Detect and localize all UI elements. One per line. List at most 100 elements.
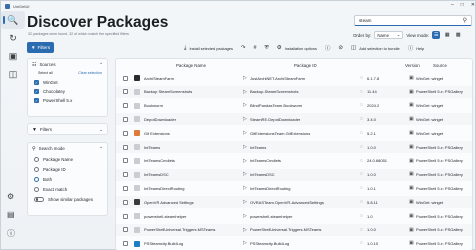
search-input[interactable]: steam ⚲ — [354, 15, 472, 26]
minimize-icon[interactable]: – — [451, 2, 454, 8]
table-row[interactable]: Backup SteamScreenshots ▷ Backup-SteamScre… — [116, 85, 472, 98]
grid-view-button[interactable]: ▦ — [443, 31, 451, 39]
add-to-bundle-button[interactable]: ◫ Add selection to bundle — [351, 45, 400, 51]
search-mode-both[interactable]: Both — [28, 174, 107, 184]
installation-options-button[interactable]: ⚙ Installation options — [277, 45, 317, 51]
logs-icon[interactable]: ▤ — [7, 210, 15, 219]
order-by-select[interactable]: Name ⌄ — [374, 31, 404, 39]
row-checkbox[interactable] — [123, 130, 128, 136]
filters-button-label: Filters — [37, 45, 51, 50]
table-row[interactable]: Git Extensions ▷ GitExtensionsTeam.GitExte… — [116, 127, 472, 139]
help-button[interactable]: ⓘ Help — [408, 44, 425, 53]
radio-icon — [34, 166, 39, 172]
radio-icon — [34, 156, 39, 162]
search-mode-id[interactable]: Package ID — [28, 164, 107, 174]
filters-button[interactable]: ▼ Filters — [27, 42, 54, 53]
shield-button[interactable]: ⛨ — [265, 45, 269, 52]
row-checkbox[interactable] — [123, 227, 128, 233]
nav-installed-icon[interactable]: ▣ — [1, 47, 25, 65]
sources-panel: ☷ Sources ⌃ Select all Clear selection ✓… — [27, 58, 108, 117]
settings-gear-icon[interactable]: ⚙ — [7, 192, 14, 201]
header-package-id[interactable]: Package ID — [294, 63, 317, 68]
share-button[interactable]: ↷ — [241, 45, 246, 51]
search-mode-name[interactable]: Package Name — [28, 154, 107, 164]
search-mode-header[interactable]: ⚲ Search mode ⌃ — [28, 143, 107, 154]
chevron-down-icon: ⌄ — [99, 126, 103, 132]
package-name: IntTeamsCmdlets — [144, 158, 175, 164]
options-icon: ⚙ — [276, 45, 282, 51]
table-row[interactable]: IntTeams ▷ IntTeams ◌ 1.0.0 ▣ PowerShell 5.x: … — [116, 141, 472, 153]
ignore-button[interactable]: ⊘ — [338, 45, 343, 51]
row-checkbox[interactable] — [123, 75, 128, 81]
add-to-bundle-label: Add selection to bundle — [359, 45, 400, 51]
close-icon[interactable]: ✕ — [471, 2, 475, 8]
hash-button[interactable]: # — [254, 45, 257, 51]
share-icon: ↷ — [240, 45, 246, 51]
details-button[interactable]: ⓘ — [325, 44, 331, 52]
version-icon: ◌ — [360, 157, 363, 164]
package-icon — [134, 116, 140, 123]
maximize-icon[interactable]: □ — [461, 2, 464, 8]
id-tag-icon: ▷ — [243, 143, 247, 150]
search-icon[interactable]: ⚲ — [463, 17, 467, 24]
table-row[interactable]: IntTeamsDirectRouting ▷ IntTeamsDirectRout… — [116, 182, 472, 194]
table-row[interactable]: PSSteamcity.BuildLog ▷ PSSteamcity.BuildLo… — [116, 238, 472, 250]
row-checkbox[interactable] — [123, 89, 128, 95]
list-view-button[interactable]: ☰ — [432, 31, 441, 39]
ignore-icon: ⊘ — [338, 45, 344, 51]
table-row[interactable]: IntTeamsDSC ▷ IntTeamsDSC ◌ 1.0.0 ▣ PowerShell… — [116, 168, 472, 181]
table-row[interactable]: PowerShellUniversal.Triggers.MSTeams ▷ Pow… — [116, 223, 472, 236]
package-source: PowerShell 5.x: PSGallery — [416, 241, 463, 247]
row-checkbox[interactable] — [123, 103, 128, 109]
package-name: DepotDownloader — [144, 116, 177, 122]
source-item-chocolatey[interactable]: ✓ Chocolatey — [28, 87, 107, 96]
package-source: PowerShell 5.x: PSGallery — [416, 172, 463, 178]
row-checkbox[interactable] — [123, 116, 128, 122]
row-checkbox[interactable] — [123, 172, 128, 178]
package-source: PowerShell 5.x: PSGallery — [416, 227, 463, 233]
nav-bundles-icon[interactable]: ◫ — [1, 65, 25, 83]
nav-discover-icon[interactable]: 🔍 — [1, 11, 25, 29]
source-item-powershell[interactable]: ✓ PowerShell 5.x — [28, 96, 107, 105]
search-mode-exact[interactable]: Exact match — [28, 184, 107, 194]
install-selected-button[interactable]: ⤓ Install selected packages — [184, 45, 233, 52]
version-icon: ◌ — [360, 129, 363, 136]
source-label: WinGet — [43, 80, 58, 85]
source-icon: ▣ — [409, 157, 414, 164]
source-icon: ▣ — [409, 88, 414, 95]
source-label: Chocolatey — [43, 89, 65, 94]
table-row[interactable]: Bookworm ▷ BlindPandasTeam.Bookworm ◌ 2024.2… — [116, 100, 472, 112]
row-checkbox[interactable] — [123, 185, 128, 191]
order-by-value: Name — [377, 32, 390, 38]
table-row[interactable]: OpenVR Advanced Settings ▷ OVRASTeam.OpenV… — [116, 196, 472, 209]
package-source: WinGet: winget — [416, 130, 444, 136]
similar-packages-toggle[interactable]: Show similar packages — [28, 194, 107, 204]
header-package-name[interactable]: Package Name — [176, 63, 206, 68]
select-all-link[interactable]: Select all — [38, 71, 53, 75]
help-icon[interactable]: ⓘ — [7, 228, 15, 239]
row-checkbox[interactable] — [123, 241, 128, 247]
toggle-off-icon — [34, 196, 44, 202]
table-row[interactable]: ArchiSteamFarm ▷ JustArchiNET.ArchiSteamFa… — [116, 72, 472, 84]
app-icon — [5, 3, 10, 9]
id-tag-icon: ▷ — [243, 102, 247, 109]
table-row[interactable]: IntTeamsCmdlets ▷ IntTeamsCmdlets ◌ 24.0.680… — [116, 155, 472, 167]
header-source[interactable]: Source — [433, 63, 447, 68]
checkbox-checked-icon: ✓ — [34, 98, 39, 103]
filters-header[interactable]: ▼ Filters ⌄ — [28, 124, 107, 135]
sources-header[interactable]: ☷ Sources ⌃ — [28, 59, 107, 70]
header-version[interactable]: Version — [405, 63, 420, 68]
table-row[interactable]: powershell-steamhelper ▷ powershell-steamh… — [116, 210, 472, 222]
nav-updates-icon[interactable]: ↻ — [1, 29, 25, 47]
row-checkbox[interactable] — [123, 199, 128, 205]
package-name: Git Extensions — [144, 130, 170, 136]
row-checkbox[interactable] — [123, 144, 128, 150]
row-checkbox[interactable] — [123, 158, 128, 164]
source-item-winget[interactable]: ✓ WinGet — [28, 78, 107, 87]
clear-selection-link[interactable]: Clear selection — [78, 71, 102, 75]
row-checkbox[interactable] — [123, 213, 128, 219]
radio-label: Both — [43, 176, 53, 182]
tile-view-button[interactable]: ▩ — [454, 31, 462, 39]
package-version: 1.0.0 — [367, 227, 376, 233]
table-row[interactable]: DepotDownloader ▷ SteamRE.DepotDownloader ◌… — [116, 113, 472, 126]
